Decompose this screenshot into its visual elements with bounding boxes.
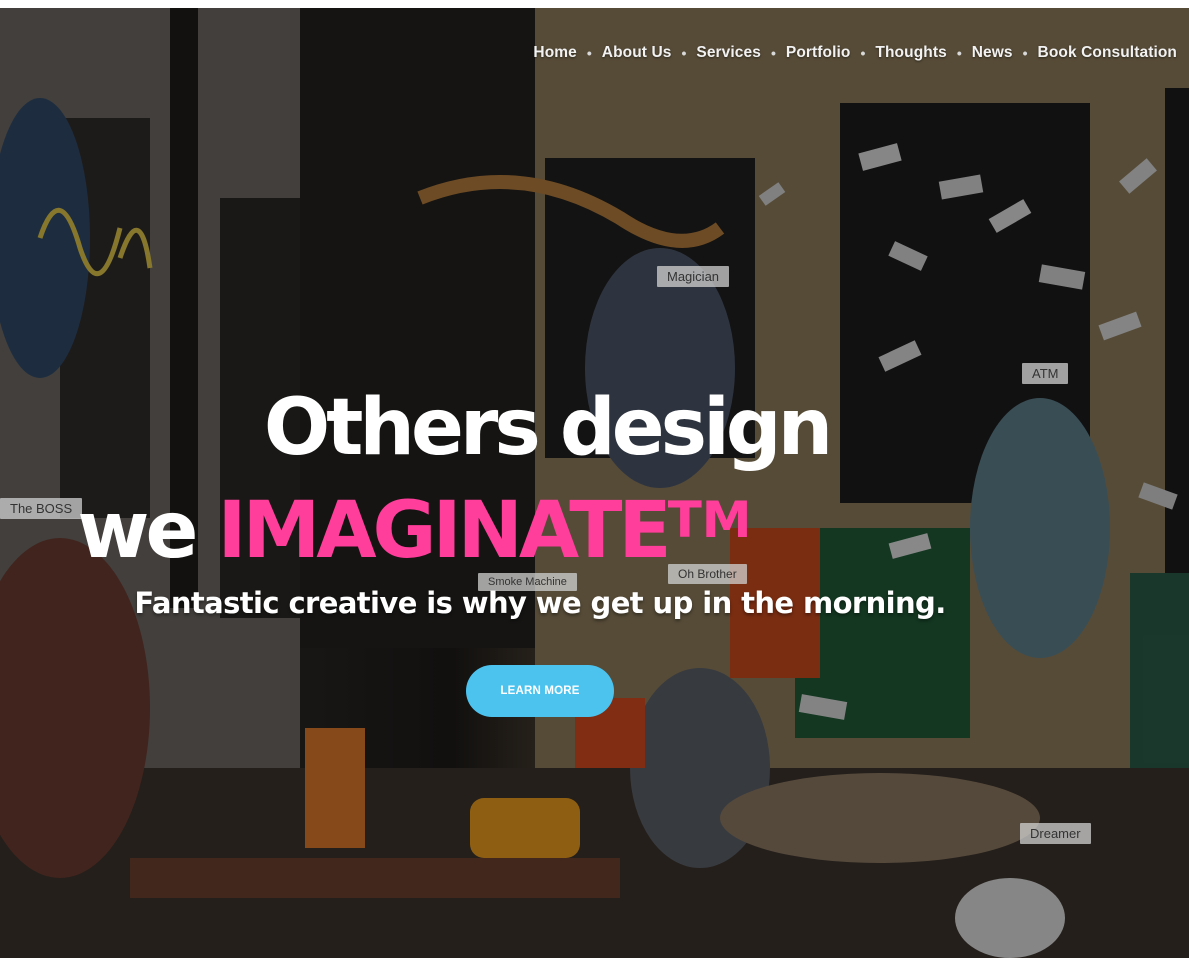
nav-portfolio[interactable]: Portfolio xyxy=(786,44,851,62)
nav-separator: • xyxy=(1022,45,1028,61)
nav-thoughts[interactable]: Thoughts xyxy=(875,44,946,62)
trademark-mark: TM xyxy=(667,491,752,549)
hero-headline-line1: Others design xyxy=(263,383,833,473)
nav-book-consultation[interactable]: Book Consultation xyxy=(1038,44,1177,62)
nav-about-us[interactable]: About Us xyxy=(602,44,672,62)
photo-tag-magician: Magician xyxy=(657,266,730,287)
hero-headline-accent: IMAGINATE xyxy=(217,486,672,576)
hero-section: Magician ATM The BOSS Smoke Machine Oh B… xyxy=(0,8,1189,958)
nav-separator: • xyxy=(860,45,866,61)
learn-more-button[interactable]: LEARN MORE xyxy=(466,665,614,717)
nav-news[interactable]: News xyxy=(972,44,1013,62)
nav-home[interactable]: Home xyxy=(533,44,576,62)
nav-separator: • xyxy=(956,45,962,61)
nav-services[interactable]: Services xyxy=(696,44,761,62)
nav-separator: • xyxy=(770,45,776,61)
main-nav: Home • About Us • Services • Portfolio •… xyxy=(533,44,1177,62)
photo-tag-dreamer: Dreamer xyxy=(1020,823,1091,844)
nav-separator: • xyxy=(586,45,592,61)
nav-separator: • xyxy=(681,45,687,61)
hero-subtitle: Fantastic creative is why we get up in t… xyxy=(134,586,946,620)
hero-headline-prefix: we xyxy=(77,486,218,576)
photo-tag-atm: ATM xyxy=(1022,363,1069,384)
hero-headline-line2: we IMAGINATETM xyxy=(0,478,1009,573)
